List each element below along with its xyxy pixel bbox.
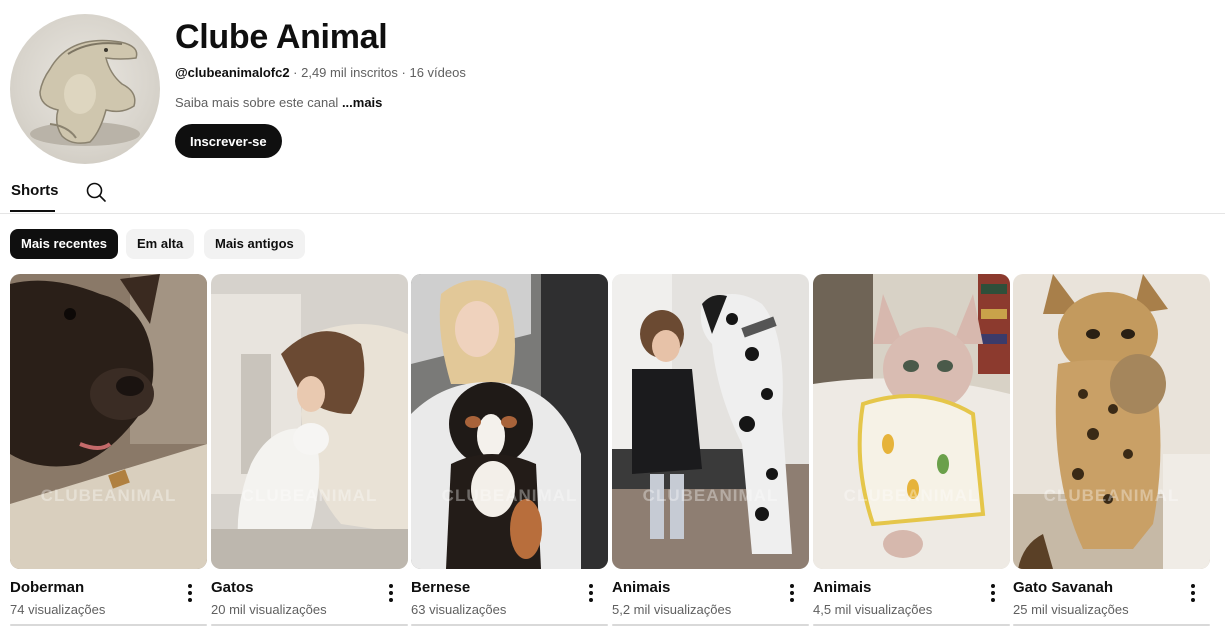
chip-mais-recentes[interactable]: Mais recentes [10, 229, 118, 259]
chip-em-alta[interactable]: Em alta [126, 229, 195, 259]
short-views: 4,5 mil visualizações [813, 602, 933, 617]
watermark: CLUBEANIMAL [441, 486, 578, 505]
short-thumbnail[interactable]: CLUBEANIMAL [813, 274, 1010, 569]
short-title[interactable]: Animais [813, 579, 871, 596]
more-vert-icon[interactable] [182, 583, 198, 603]
channel-about: Saiba mais sobre este canal ...mais [175, 95, 382, 110]
short-views: 63 visualizações [411, 602, 507, 617]
watermark: CLUBEANIMAL [1043, 486, 1180, 505]
chip-mais-antigos[interactable]: Mais antigos [204, 229, 305, 259]
active-tab-indicator [10, 210, 55, 212]
short-thumbnail[interactable]: CLUBEANIMAL [211, 274, 408, 569]
watermark: CLUBEANIMAL [843, 486, 980, 505]
short-title[interactable]: Doberman [10, 579, 84, 596]
short-title[interactable]: Animais [612, 579, 670, 596]
channel-meta: @clubeanimalofc2 · 2,49 mil inscritos · … [175, 65, 466, 80]
short-card[interactable]: CLUBEANIMAL Animais 4,5 mil visualizaçõe… [813, 274, 1010, 617]
about-text: Saiba mais sobre este canal [175, 95, 342, 110]
short-views: 25 mil visualizações [1013, 602, 1129, 617]
search-icon[interactable] [84, 180, 108, 204]
short-card[interactable]: CLUBEANIMAL Gatos 20 mil visualizações [211, 274, 408, 617]
channel-stats: · 2,49 mil inscritos · 16 vídeos [289, 65, 466, 80]
channel-handle: @clubeanimalofc2 [175, 65, 290, 80]
short-title[interactable]: Gato Savanah [1013, 579, 1113, 596]
watermark: CLUBEANIMAL [241, 486, 378, 505]
short-thumbnail[interactable]: CLUBEANIMAL [612, 274, 809, 569]
more-link[interactable]: ...mais [342, 95, 382, 110]
subscribe-button[interactable]: Inscrever-se [175, 124, 282, 158]
more-vert-icon[interactable] [583, 583, 599, 603]
short-views: 74 visualizações [10, 602, 106, 617]
more-vert-icon[interactable] [1185, 583, 1201, 603]
more-vert-icon[interactable] [784, 583, 800, 603]
short-title[interactable]: Bernese [411, 579, 470, 596]
child-and-great-dane-image [612, 274, 809, 569]
cat-and-woman-image [211, 274, 408, 569]
savannah-cat-image [1013, 274, 1210, 569]
doberman-image [10, 274, 207, 569]
more-vert-icon[interactable] [985, 583, 1001, 603]
short-thumbnail[interactable]: CLUBEANIMAL [411, 274, 608, 569]
channel-name: Clube Animal [175, 18, 388, 56]
tab-shorts[interactable]: Shorts [11, 182, 59, 199]
short-views: 20 mil visualizações [211, 602, 327, 617]
short-card[interactable]: CLUBEANIMAL Animais 5,2 mil visualizaçõe… [612, 274, 809, 617]
sphynx-cat-image [813, 274, 1010, 569]
watermark: CLUBEANIMAL [40, 486, 177, 505]
short-title[interactable]: Gatos [211, 579, 254, 596]
bernese-puppy-image [411, 274, 608, 569]
tabs-divider [0, 213, 1225, 214]
channel-avatar[interactable] [10, 14, 160, 164]
watermark: CLUBEANIMAL [642, 486, 779, 505]
short-views: 5,2 mil visualizações [612, 602, 732, 617]
short-thumbnail[interactable]: CLUBEANIMAL [10, 274, 207, 569]
short-thumbnail[interactable]: CLUBEANIMAL [1013, 274, 1210, 569]
short-card[interactable]: CLUBEANIMAL Bernese 63 visualizações [411, 274, 608, 617]
short-card[interactable]: CLUBEANIMAL Gato Savanah 25 mil visualiz… [1013, 274, 1210, 617]
short-card[interactable]: CLUBEANIMAL Doberman 74 visualizações [10, 274, 207, 617]
crocodile-figurine-image [30, 39, 140, 146]
more-vert-icon[interactable] [383, 583, 399, 603]
